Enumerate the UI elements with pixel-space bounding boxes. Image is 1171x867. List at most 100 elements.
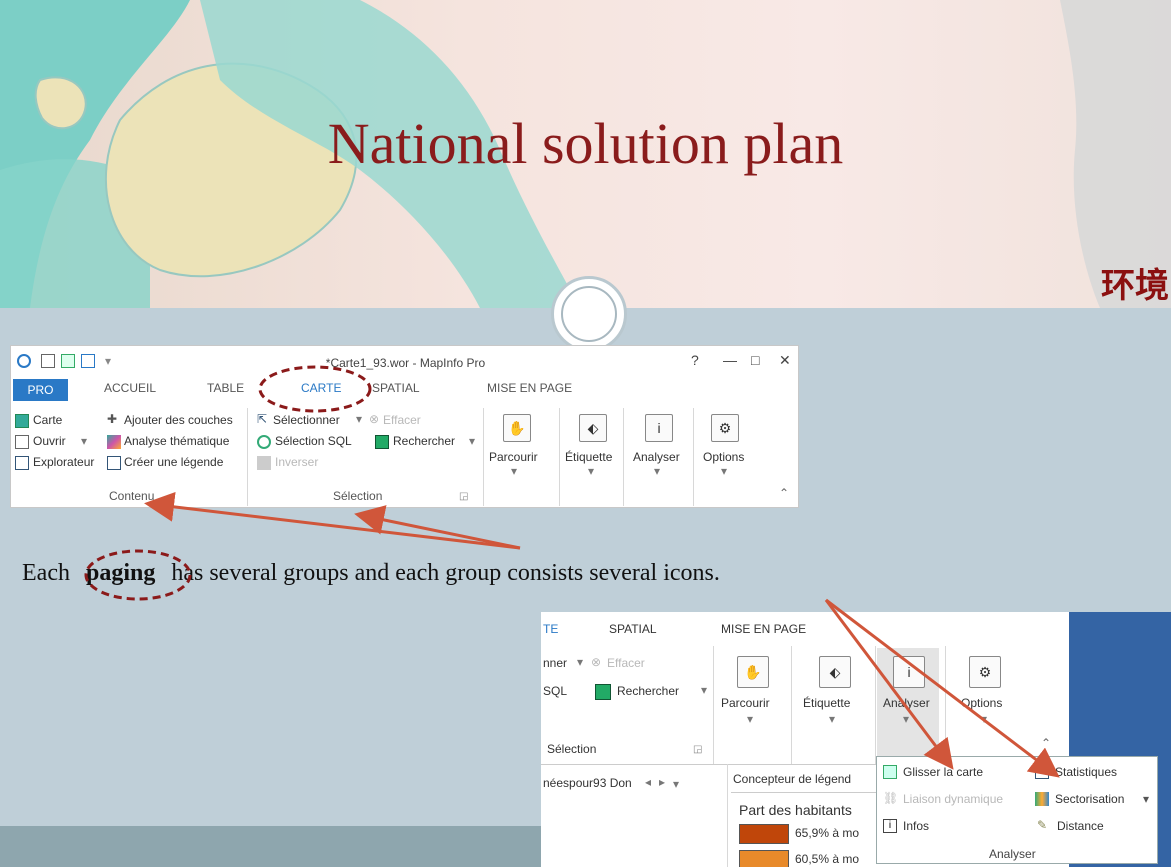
info-icon: i bbox=[883, 819, 897, 833]
menu-item-liaison-dynamique[interactable]: Liaison dynamique bbox=[903, 792, 1003, 806]
tab-spatial[interactable]: SPATIAL bbox=[609, 622, 657, 636]
analyser-dropdown-icon[interactable]: ▾ bbox=[903, 712, 909, 726]
label-tag-icon: ⬖ bbox=[819, 656, 851, 688]
etiquette-dropdown-icon[interactable]: ▾ bbox=[829, 712, 835, 726]
menu-item-infos[interactable]: Infos bbox=[903, 819, 929, 833]
analyse-thematique-button[interactable]: Analyse thématique bbox=[124, 434, 229, 448]
legend-swatch bbox=[739, 824, 789, 844]
options-dropdown-icon[interactable]: ▾ bbox=[981, 712, 987, 726]
ouvrir-dropdown-icon[interactable]: ▾ bbox=[81, 434, 87, 448]
rechercher-button[interactable]: Rechercher bbox=[617, 684, 679, 698]
parcourir-button[interactable]: Parcourir bbox=[721, 696, 770, 710]
tab-scroll-right-icon[interactable]: ▸ bbox=[659, 775, 665, 789]
parcourir-dropdown-icon[interactable]: ▾ bbox=[747, 712, 753, 726]
ribbon-screenshot-main: ▾ *Carte1_93.wor - MapInfo Pro ? — □ ✕ P… bbox=[10, 345, 799, 508]
effacer-button[interactable]: Effacer bbox=[383, 413, 421, 427]
select-arrow-icon: ⇱ bbox=[257, 412, 268, 426]
thematic-map-icon bbox=[107, 435, 121, 449]
etiquette-button[interactable]: Étiquette bbox=[565, 450, 612, 464]
group-label-analyser: Analyser bbox=[989, 847, 1036, 861]
options-icon: ⚙ bbox=[969, 656, 1001, 688]
menu-item-statistiques[interactable]: Statistiques bbox=[1055, 765, 1117, 779]
selectionner-dropdown-icon[interactable]: ▾ bbox=[356, 412, 362, 426]
group-separator bbox=[875, 646, 876, 764]
tab-scroll-left-icon[interactable]: ◂ bbox=[645, 775, 651, 789]
tab-accueil[interactable]: ACCUEIL bbox=[104, 381, 156, 395]
rechercher-dropdown-icon[interactable]: ▾ bbox=[701, 683, 707, 697]
selectionner-partial[interactable]: nner bbox=[543, 656, 567, 670]
rechercher-dropdown-icon[interactable]: ▾ bbox=[469, 434, 475, 448]
selection-sql-button[interactable]: Sélection SQL bbox=[275, 434, 352, 448]
inverser-button[interactable]: Inverser bbox=[275, 455, 318, 469]
explorer-icon bbox=[15, 456, 29, 470]
analyser-dropdown-icon[interactable]: ▾ bbox=[654, 464, 660, 478]
panel-separator bbox=[727, 764, 728, 867]
group-launcher-icon[interactable]: ◲ bbox=[693, 744, 702, 755]
hand-pan-icon: ✋ bbox=[503, 414, 531, 442]
tab-table[interactable]: TABLE bbox=[207, 381, 244, 395]
etiquette-dropdown-icon[interactable]: ▾ bbox=[588, 464, 594, 478]
parcourir-dropdown-icon[interactable]: ▾ bbox=[511, 464, 517, 478]
close-button[interactable]: ✕ bbox=[779, 352, 791, 369]
analyser-button[interactable]: Analyser bbox=[633, 450, 680, 464]
group-separator bbox=[559, 408, 560, 506]
sql-select-icon bbox=[257, 435, 271, 449]
tab-pro[interactable]: PRO bbox=[13, 379, 68, 401]
selectionner-button[interactable]: Sélectionner bbox=[273, 413, 340, 427]
chinese-heading: 环境 bbox=[1101, 266, 1169, 306]
group-separator bbox=[693, 408, 694, 506]
effacer-button[interactable]: Effacer bbox=[607, 656, 645, 670]
clear-icon: ⊗ bbox=[591, 655, 602, 669]
menu-item-sectorisation[interactable]: Sectorisation bbox=[1055, 792, 1124, 806]
rechercher-button[interactable]: Rechercher bbox=[393, 434, 455, 448]
tab-carte-partial[interactable]: TE bbox=[543, 622, 558, 636]
tab-list-dropdown-icon[interactable]: ▾ bbox=[673, 777, 679, 791]
invert-icon bbox=[257, 456, 271, 470]
info-icon: i bbox=[645, 414, 673, 442]
parcourir-button[interactable]: Parcourir bbox=[489, 450, 538, 464]
options-button[interactable]: Options bbox=[961, 696, 1002, 710]
analyser-button[interactable]: Analyser bbox=[883, 696, 930, 710]
analyser-dropdown-menu: Glisser la carte Statistiques ⛓ Liaison … bbox=[876, 756, 1158, 864]
carte-button[interactable]: Carte bbox=[33, 413, 62, 427]
collapse-ribbon-icon[interactable]: ⌃ bbox=[1041, 736, 1051, 750]
group-separator bbox=[791, 646, 792, 764]
caption-highlight-word: paging bbox=[85, 560, 156, 586]
legend-swatch bbox=[739, 850, 789, 867]
maximize-button[interactable]: □ bbox=[751, 352, 759, 368]
collapse-ribbon-icon[interactable]: ⌃ bbox=[779, 486, 789, 500]
find-icon bbox=[375, 435, 389, 449]
selectionner-dropdown-icon[interactable]: ▾ bbox=[577, 655, 583, 669]
tab-spatial[interactable]: SPATIAL bbox=[372, 381, 420, 395]
slide-title: National solution plan bbox=[327, 111, 844, 176]
divider-circle-inner bbox=[561, 286, 617, 342]
group-separator bbox=[483, 408, 484, 506]
etiquette-button[interactable]: Étiquette bbox=[803, 696, 850, 710]
minimize-button[interactable]: — bbox=[723, 352, 737, 368]
legend-row-label: 60,5% à mo bbox=[795, 852, 860, 866]
document-tab[interactable]: néespour93 Don bbox=[543, 776, 632, 790]
hot-link-icon: ⛓ bbox=[883, 791, 899, 805]
group-separator bbox=[713, 646, 714, 764]
legend-designer-title: Concepteur de légend bbox=[733, 772, 852, 786]
group-launcher-icon[interactable]: ◲ bbox=[459, 491, 468, 502]
help-button[interactable]: ? bbox=[691, 352, 699, 368]
ajouter-couches-button[interactable]: Ajouter des couches bbox=[124, 413, 233, 427]
info-icon: i bbox=[893, 656, 925, 688]
options-dropdown-icon[interactable]: ▾ bbox=[721, 464, 727, 478]
sectorisation-dropdown-icon[interactable]: ▾ bbox=[1143, 792, 1149, 806]
explorateur-button[interactable]: Explorateur bbox=[33, 455, 94, 469]
options-button[interactable]: Options bbox=[703, 450, 744, 464]
tab-carte[interactable]: CARTE bbox=[301, 381, 341, 395]
menu-item-distance[interactable]: Distance bbox=[1057, 819, 1104, 833]
group-separator bbox=[623, 408, 624, 506]
tab-mise-en-page[interactable]: MISE EN PAGE bbox=[721, 622, 806, 636]
menu-item-glisser-carte[interactable]: Glisser la carte bbox=[903, 765, 983, 779]
tab-mise-en-page[interactable]: MISE EN PAGE bbox=[487, 381, 572, 395]
label-tag-icon: ⬖ bbox=[579, 414, 607, 442]
window-title: *Carte1_93.wor - MapInfo Pro bbox=[325, 356, 486, 370]
banner-image: National solution plan 环境 bbox=[0, 0, 1171, 308]
creer-legende-button[interactable]: Créer une légende bbox=[124, 455, 223, 469]
ouvrir-button[interactable]: Ouvrir bbox=[33, 434, 66, 448]
selection-sql-partial[interactable]: SQL bbox=[543, 684, 567, 698]
